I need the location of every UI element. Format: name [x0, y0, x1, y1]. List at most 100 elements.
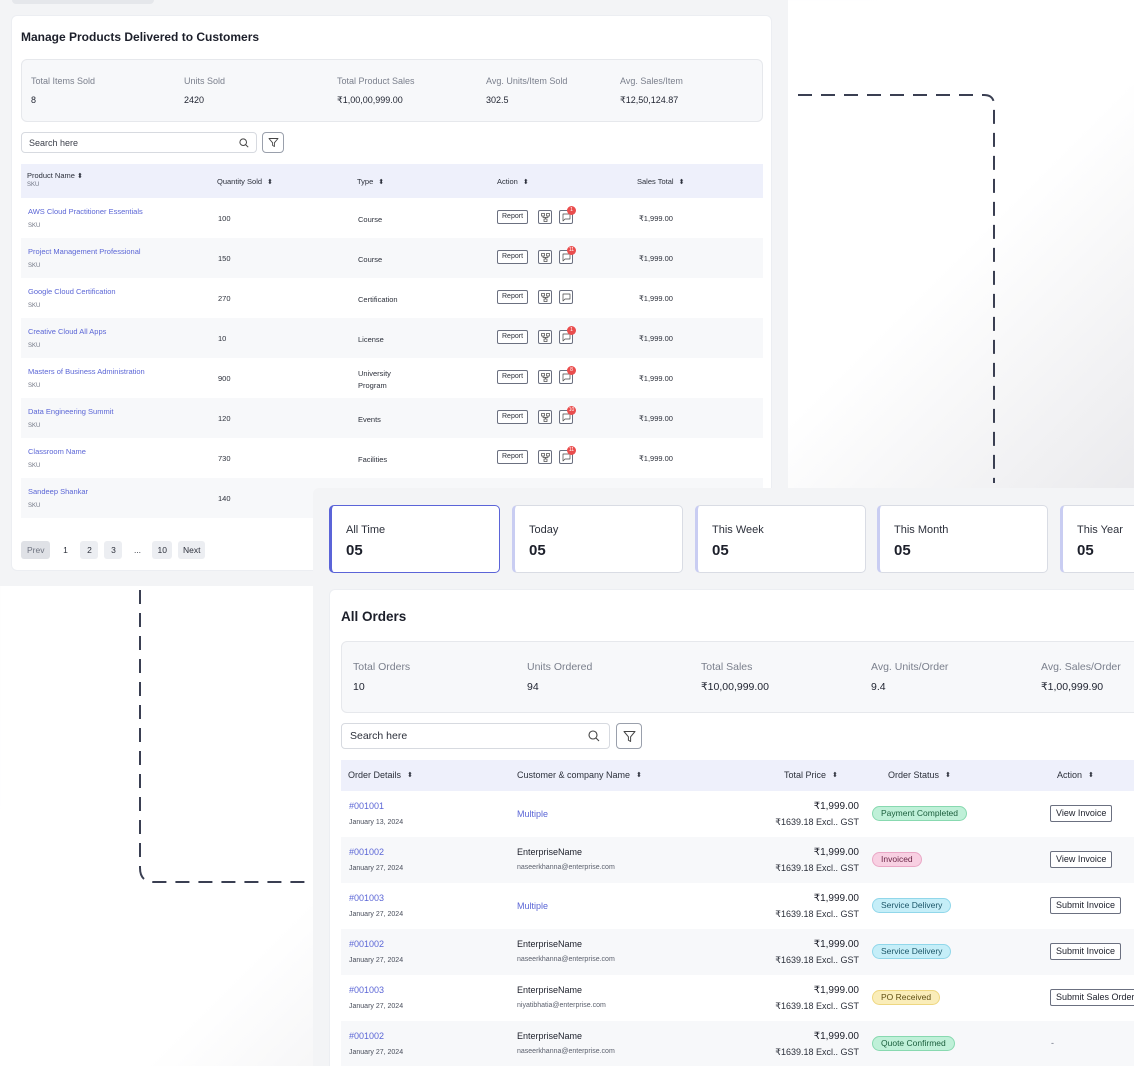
col-action[interactable]: Action ⬍ [1057, 770, 1094, 780]
stat-units-sold: Units Sold 2420 [184, 76, 225, 105]
page-10-button[interactable]: 10 [152, 541, 172, 559]
table-row: #001003 January 27, 2024 EnterpriseName … [341, 975, 1134, 1021]
period-card-this-week[interactable]: This Week 05 [695, 505, 866, 573]
stat-label: Total Product Sales [337, 76, 415, 86]
hierarchy-button[interactable] [538, 210, 552, 224]
type: Facilities [358, 455, 388, 464]
view-invoice-button[interactable]: View Invoice [1050, 851, 1113, 868]
search-icon[interactable] [239, 138, 249, 148]
product-name-link[interactable]: Sandeep Shankar [28, 487, 88, 496]
order-id-link[interactable]: #001002 [349, 939, 384, 949]
filter-icon [623, 730, 635, 742]
orders-search-input[interactable] [342, 724, 572, 748]
hierarchy-button[interactable] [538, 290, 552, 304]
period-label: This Week [712, 524, 764, 536]
product-sku: SKU [28, 423, 41, 429]
price-excl-gst: ₹1639.18 Excl.. GST [775, 863, 859, 873]
hierarchy-icon [540, 292, 550, 302]
product-name-link[interactable]: Project Management Professional [28, 247, 141, 256]
order-id-link[interactable]: #001002 [349, 847, 384, 857]
period-card-today[interactable]: Today 05 [512, 505, 683, 573]
order-date: January 27, 2024 [349, 1049, 404, 1056]
product-name-link[interactable]: Classroom Name [28, 447, 86, 456]
col-label: Total Price [784, 770, 827, 780]
type: License [358, 335, 384, 344]
price-excl-gst: ₹1639.18 Excl.. GST [775, 909, 859, 919]
table-row: #001001 January 13, 2024 Multiple ₹1,999… [341, 791, 1134, 837]
stat-label: Avg. Sales/Order [1041, 661, 1121, 673]
period-value: 05 [712, 542, 729, 559]
col-type[interactable]: Type ⬍ [357, 177, 384, 186]
report-button[interactable]: Report [497, 370, 529, 384]
customer-link[interactable]: Multiple [517, 809, 548, 819]
customer-email: niyatibhatia@enterprise.com [517, 1002, 606, 1009]
table-row: #001002 January 27, 2024 EnterpriseName … [341, 837, 1134, 883]
filter-button[interactable] [262, 132, 284, 153]
page-1-button[interactable]: 1 [56, 541, 74, 559]
comment-button[interactable] [559, 290, 573, 304]
product-sku: SKU [28, 503, 41, 509]
submit-sales-order-button[interactable]: Submit Sales Order [1050, 989, 1134, 1006]
search-icon[interactable] [588, 730, 600, 742]
stat-value: 10 [353, 681, 365, 693]
submit-invoice-button[interactable]: Submit Invoice [1050, 943, 1122, 960]
stat-value: 94 [527, 681, 539, 693]
customer-link[interactable]: Multiple [517, 901, 548, 911]
col-product-name[interactable]: Product Name ⬍ SKU [27, 171, 83, 188]
period-card-this-year[interactable]: This Year 05 [1060, 505, 1134, 573]
page-2-button[interactable]: 2 [80, 541, 99, 559]
col-order-status[interactable]: Order Status ⬍ [888, 770, 951, 780]
col-label: Sales Total [637, 177, 674, 186]
col-quantity[interactable]: Quantity Sold ⬍ [217, 177, 273, 186]
order-id-link[interactable]: #001003 [349, 985, 384, 995]
submit-invoice-button[interactable]: Submit Invoice [1050, 897, 1122, 914]
next-page-button[interactable]: Next [177, 541, 206, 559]
price-excl-gst: ₹1639.18 Excl.. GST [775, 955, 859, 965]
product-name-link[interactable]: Creative Cloud All Apps [28, 327, 106, 336]
period-value: 05 [529, 542, 546, 559]
product-name-link[interactable]: Data Engineering Summit [28, 407, 113, 416]
order-id-link[interactable]: #001003 [349, 893, 384, 903]
hierarchy-button[interactable] [538, 450, 552, 464]
type-line: University [358, 369, 391, 378]
stat-value: 9.4 [871, 681, 886, 693]
table-row: Classroom Name SKU 730 Facilities Report… [21, 438, 763, 478]
status-badge: Quote Confirmed [872, 1036, 955, 1051]
hierarchy-button[interactable] [538, 250, 552, 264]
period-card-this-month[interactable]: This Month 05 [877, 505, 1048, 573]
order-id-link[interactable]: #001002 [349, 1031, 384, 1041]
order-date: January 27, 2024 [349, 911, 404, 918]
prev-page-button[interactable]: Prev [21, 541, 51, 559]
comment-count-badge: 10 [567, 406, 576, 415]
product-name-link[interactable]: Google Cloud Certification [28, 287, 116, 296]
hierarchy-button[interactable] [538, 330, 552, 344]
col-order-details[interactable]: Order Details ⬍ [348, 770, 413, 780]
stat-label: Units Ordered [527, 661, 593, 673]
col-customer[interactable]: Customer & company Name ⬍ [517, 770, 642, 780]
report-button[interactable]: Report [497, 410, 529, 424]
col-sales[interactable]: Sales Total ⬍ [637, 177, 684, 186]
report-button[interactable]: Report [497, 330, 529, 344]
col-action[interactable]: Action ⬍ [497, 177, 529, 186]
sales-total: ₹1,999.00 [639, 294, 673, 303]
page-3-button[interactable]: 3 [104, 541, 123, 559]
period-card-all-time[interactable]: All Time 05 [329, 505, 500, 573]
hierarchy-button[interactable] [538, 410, 552, 424]
product-name-link[interactable]: Masters of Business Administration [28, 367, 145, 376]
report-button[interactable]: Report [497, 250, 529, 264]
hierarchy-icon [540, 372, 550, 382]
stat-label: Avg. Units/Item Sold [486, 76, 568, 86]
view-invoice-button[interactable]: View Invoice [1050, 805, 1113, 822]
report-button[interactable]: Report [497, 210, 529, 224]
filter-button[interactable] [616, 723, 642, 749]
stat-total-items: Total Items Sold 8 [31, 76, 95, 105]
product-name-link[interactable]: AWS Cloud Practitioner Essentials [28, 207, 143, 216]
quantity: 140 [218, 494, 231, 503]
report-button[interactable]: Report [497, 290, 529, 304]
hierarchy-button[interactable] [538, 370, 552, 384]
hierarchy-icon [540, 412, 550, 422]
order-id-link[interactable]: #001001 [349, 801, 384, 811]
products-search-input[interactable] [22, 133, 222, 153]
report-button[interactable]: Report [497, 450, 529, 464]
col-total-price[interactable]: Total Price ⬍ [784, 770, 838, 780]
